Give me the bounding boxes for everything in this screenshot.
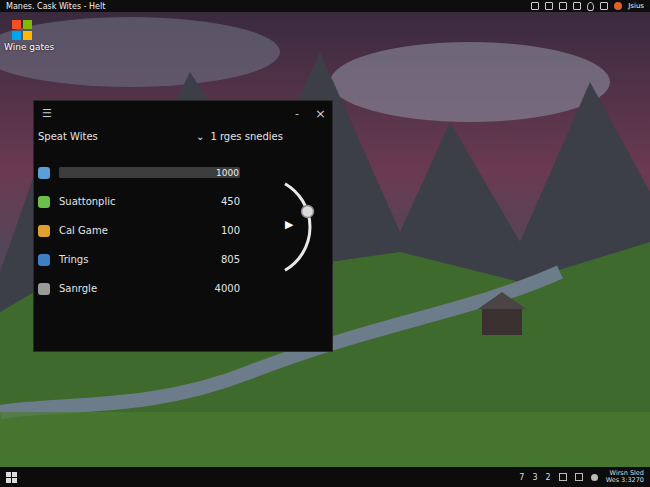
tray-icon[interactable]: [573, 2, 581, 10]
tray-icon[interactable]: [531, 2, 539, 10]
row-label: Cal Game: [59, 225, 191, 236]
window-title-bar: ☰-×: [34, 101, 332, 121]
progress-fill: [59, 167, 240, 178]
clock-line: Wirsn Sled: [610, 470, 644, 477]
user-name[interactable]: Jsius: [628, 2, 644, 10]
progress-bar[interactable]: 1000: [59, 167, 240, 178]
row-value: 4000: [200, 283, 240, 294]
tray: Jsius: [531, 2, 644, 11]
row-icon: [38, 283, 50, 295]
top-bar: Manes. Cask Wites - Helt Jsius: [0, 0, 650, 12]
row-label: Sanrgle: [59, 283, 191, 294]
row-icon: [38, 254, 50, 266]
minimize-button[interactable]: -: [295, 108, 299, 119]
tray-icon[interactable]: [575, 473, 583, 481]
taskbar-item[interactable]: 2: [546, 473, 551, 482]
task-tray: 732 Wirsn SledWes 3:3270: [519, 470, 644, 485]
desktop-icons: Wine gates: [4, 20, 54, 52]
tray-icon[interactable]: [600, 2, 608, 10]
dropdown-label: 1 rges snedies: [210, 131, 283, 142]
screen: Manes. Cask Wites - Helt Jsius Wine gates ☰…: [0, 0, 650, 487]
desktop-icon[interactable]: Wine gates: [4, 20, 54, 52]
window-title: Speat Wites: [38, 131, 160, 142]
clock[interactable]: Wirsn SledWes 3:3270: [606, 470, 644, 485]
top-title: Manes. Cask Wites - Helt: [6, 2, 105, 11]
row-icon: [38, 196, 50, 208]
list-row[interactable]: Cal Game 100: [38, 216, 240, 245]
user-icon[interactable]: [614, 2, 622, 10]
menu-button[interactable]: ☰: [42, 108, 52, 119]
row-value: 100: [200, 225, 240, 236]
desktop: Wine gates☰-×Speat Wites⌄1 rges snedies1…: [0, 12, 650, 467]
play-button[interactable]: ▶: [285, 218, 293, 231]
row-icon: [38, 225, 50, 237]
list-row[interactable]: 1000: [38, 158, 240, 187]
clock-line: Wes 3:3270: [606, 477, 644, 484]
wifi-icon[interactable]: [591, 474, 598, 481]
tray-icon[interactable]: [559, 473, 567, 481]
close-button[interactable]: ×: [315, 107, 326, 120]
window-controls: -×: [295, 107, 326, 120]
drop-icon[interactable]: [587, 2, 594, 11]
row-value: 1000: [216, 168, 240, 178]
dial-knob[interactable]: [302, 206, 314, 218]
chevron-icon: ⌄: [196, 131, 204, 142]
taskbar: 732 Wirsn SledWes 3:3270: [0, 467, 650, 487]
windows-logo-icon: [12, 20, 32, 40]
taskbar-item[interactable]: 3: [532, 473, 537, 482]
tray-icon[interactable]: [545, 2, 553, 10]
list-row[interactable]: Suattonplic 450: [38, 187, 240, 216]
row-label: Suattonplic: [59, 196, 191, 207]
tray-icon[interactable]: [559, 2, 567, 10]
window-header: Speat Wites ⌄ 1 rges snedies: [34, 121, 332, 142]
row-label: Trings: [59, 254, 191, 265]
row-value: 805: [200, 254, 240, 265]
row-value: 450: [200, 196, 240, 207]
list-row[interactable]: Trings 805: [38, 245, 240, 274]
desktop-icon-label: Wine gates: [4, 42, 54, 52]
row-icon: [38, 167, 50, 179]
dropdown[interactable]: ⌄ 1 rges snedies: [196, 131, 283, 142]
player-dial: ▶: [250, 172, 360, 282]
start-icon[interactable]: [6, 472, 17, 483]
list-row[interactable]: Sanrgle 4000: [38, 274, 240, 303]
taskbar-item[interactable]: 7: [519, 473, 524, 482]
